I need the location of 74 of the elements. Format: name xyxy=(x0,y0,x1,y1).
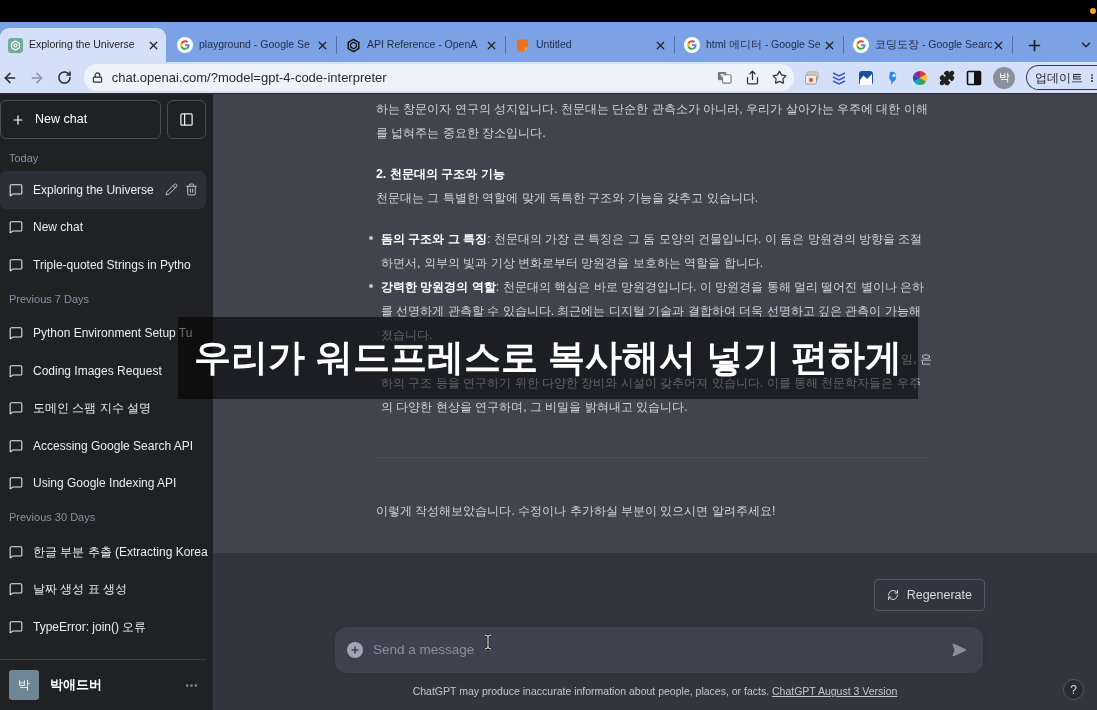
chat-history-item[interactable]: Triple-quoted Strings in Pytho xyxy=(0,246,206,284)
section-label: Previous 30 Days xyxy=(9,510,96,526)
chat-bubble-icon xyxy=(9,257,23,272)
browser-tab[interactable]: html 에디터 - Google Se xyxy=(676,28,842,62)
message-text-field[interactable]: Send a message xyxy=(373,639,951,661)
chat-bubble-icon xyxy=(9,438,23,453)
sidebar-toggle-icon xyxy=(179,112,194,127)
user-avatar: 박 xyxy=(9,670,39,700)
chat-bubble-icon xyxy=(9,220,23,235)
chat-bubble-icon xyxy=(9,363,23,378)
translate-icon[interactable] xyxy=(717,70,732,85)
section-label: Today xyxy=(9,151,39,167)
edit-icon[interactable] xyxy=(165,183,178,197)
user-name: 박애드버 xyxy=(50,676,103,694)
user-menu[interactable]: 박 박애드버 xyxy=(0,660,213,710)
bullet-text: 돔의 구조와 그 특징: 천문대의 가장 큰 특징은 그 돔 모양의 건물입니다. 이 돔은 망원경의 방향을 조절하면서, 외부의 빛과 기상 변화로부터 망원경을 보호하는 역할을 합니다. xyxy=(381,231,924,272)
g-logo-icon xyxy=(177,37,193,53)
bullet-icon xyxy=(369,236,373,240)
star-icon[interactable] xyxy=(772,70,787,85)
chat-history-item[interactable]: Exploring the Universe xyxy=(0,171,206,209)
plus-icon xyxy=(11,112,25,127)
section-label: Previous 7 Days xyxy=(9,291,90,307)
chat-bubble-icon xyxy=(9,326,23,341)
message-paragraph: 천문대는 그 특별한 역할에 맞게 독특한 구조와 기능을 갖추고 있습니다. xyxy=(376,190,760,207)
browser-tab[interactable]: Exploring the Universe xyxy=(0,28,166,62)
g-logo-icon xyxy=(684,37,700,53)
message-paragraph: 이렇게 작성해보았습니다. 수정이나 추가하실 부분이 있으시면 알려주세요! xyxy=(376,503,777,520)
refresh-icon xyxy=(886,589,899,601)
chat-bubble-icon xyxy=(9,182,23,197)
message-input[interactable]: Send a message xyxy=(335,627,983,673)
chat-bubble-icon xyxy=(9,476,23,491)
bullet-text: 강력한 망원경의 역할: 천문대의 핵심은 바로 망원경입니다. 이 망원경을 통해 멀리 떨어진 별이나 은하를 선명하게 관측할 수 있습니다. 최근에는 디지털 기술과 결합하여 더욱 선명하고 깊은 관측이 가능해졌습니다. xyxy=(381,279,926,342)
version-link[interactable]: ChatGPT August 3 Version xyxy=(772,685,898,697)
puzzle-icon[interactable] xyxy=(939,69,955,86)
sidebar-toggle-button[interactable] xyxy=(167,100,206,139)
chat-bubble-icon xyxy=(9,544,23,559)
chat-history-item[interactable]: Accessing Google Search API xyxy=(0,427,206,465)
g-logo-icon xyxy=(853,37,869,53)
chat-history-item[interactable]: 한글 부분 추출 (Extracting Korea xyxy=(0,533,206,571)
chevrons-icon[interactable] xyxy=(831,69,847,86)
section-heading: 2. 천문대의 구조와 기능 xyxy=(376,166,506,183)
reload-icon[interactable] xyxy=(56,70,72,85)
regenerate-button[interactable]: Regenerate xyxy=(873,579,985,611)
chat-history-item[interactable]: 도메인 스팸 지수 설명 xyxy=(0,389,206,427)
chat-bubble-icon xyxy=(9,582,23,597)
address-bar[interactable]: chat.openai.com/?model=gpt-4-code-interpreter xyxy=(83,64,794,91)
browser-tab[interactable]: playground - Google Se xyxy=(169,28,335,62)
image-stack-icon[interactable] xyxy=(804,69,820,86)
logo-icon xyxy=(8,37,23,53)
chat-history-item[interactable]: Using Google Indexing API xyxy=(0,464,206,502)
document-icon xyxy=(515,37,530,53)
share-icon[interactable] xyxy=(745,70,760,85)
help-button[interactable]: ? xyxy=(1063,679,1084,700)
delete-icon[interactable] xyxy=(185,183,198,197)
text-cursor-icon xyxy=(484,634,492,650)
message-paragraph: 하는 창문이자 연구의 성지입니다. 천문대는 단순한 관측소가 아니라, 우리가 살아가는 우주에 대한 이해를 넓혀주는 중요한 장소입니다. xyxy=(376,101,929,142)
browser-tab[interactable]: API Reference - OpenA xyxy=(338,28,504,62)
send-icon[interactable] xyxy=(951,642,967,658)
chat-bubble-icon xyxy=(9,619,23,634)
plus-circle-icon[interactable] xyxy=(347,642,363,658)
lock-icon xyxy=(91,72,103,83)
browser-tab[interactable]: Untitled xyxy=(507,28,673,62)
side-panel-icon[interactable] xyxy=(966,69,982,86)
chat-history-item[interactable]: New chat xyxy=(0,208,206,246)
chat-history-item[interactable]: 날짜 생성 표 생성 xyxy=(0,570,206,608)
chat-history-item[interactable]: TypeError: join() 오류 xyxy=(0,608,206,646)
browser-tab[interactable]: 코딩도장 - Google Searc xyxy=(845,28,1011,62)
disclaimer-text: ChatGPT may produce inaccurate information about people, places, or facts. ChatGPT August 3 Version xyxy=(412,684,898,699)
chart-square-icon[interactable] xyxy=(858,69,874,86)
color-wheel-icon[interactable] xyxy=(912,69,928,86)
chat-bubble-icon xyxy=(9,401,23,416)
bullet-icon xyxy=(369,284,373,288)
logo-icon xyxy=(346,37,361,53)
new-chat-button[interactable]: New chat xyxy=(0,100,161,139)
